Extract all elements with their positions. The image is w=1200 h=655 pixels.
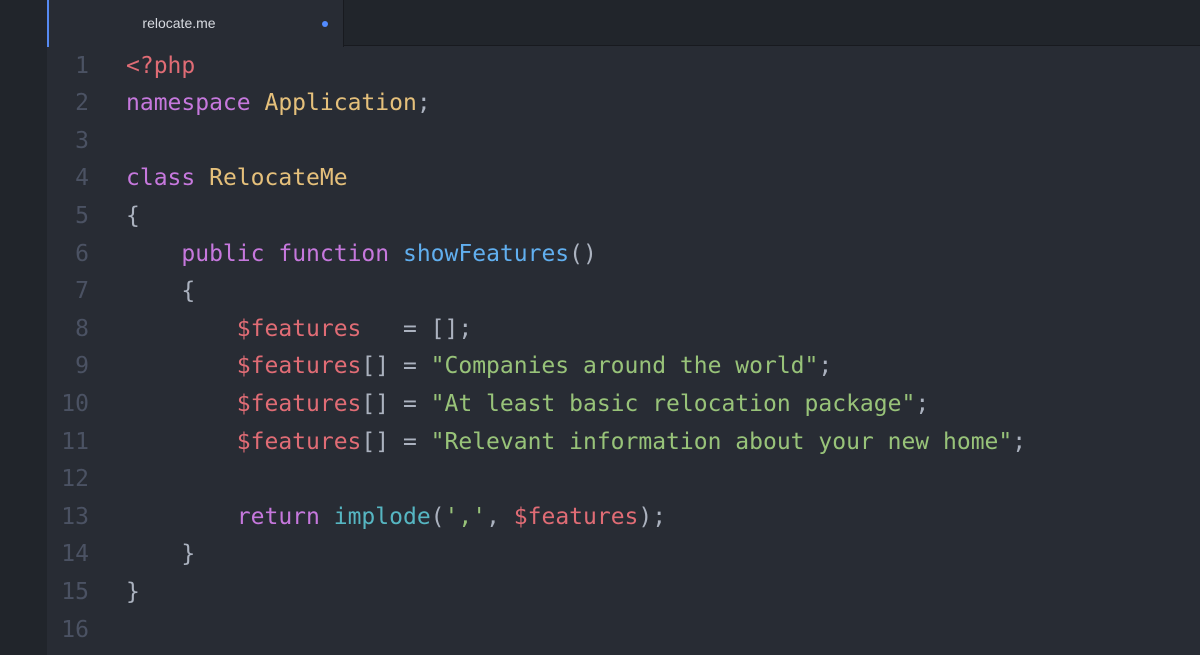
code-token-plain: = [];	[361, 315, 473, 342]
line-number-gutter[interactable]: 1 2 3 4 5 6 7 8 9 10 11 12 13 14 15 16	[47, 47, 95, 655]
code-editor[interactable]: 1 2 3 4 5 6 7 8 9 10 11 12 13 14 15 16 <?php namespace A…	[47, 47, 1200, 655]
tab-title: relocate.me	[142, 15, 216, 31]
code-token-plain: }	[181, 541, 196, 568]
code-token-plain: {	[181, 278, 196, 305]
tab-bar: relocate.me	[47, 0, 1200, 47]
code-token-keyword: class	[126, 165, 196, 192]
code-token-variable: $features	[236, 315, 362, 342]
code-line[interactable]: $features[] = "Relevant information abou…	[126, 424, 1026, 462]
code-token-plain: );	[638, 503, 667, 530]
line-number: 13	[61, 503, 89, 530]
line-number: 15	[61, 578, 89, 605]
code-line[interactable]: class RelocateMe	[126, 160, 348, 198]
code-token-variable: $features	[236, 353, 362, 380]
code-line[interactable]: namespace Application;	[126, 85, 431, 123]
code-line[interactable]: public function showFeatures()	[126, 236, 597, 274]
code-token-plain: [] =	[361, 353, 431, 380]
code-line[interactable]: $features[] = "Companies around the worl…	[126, 348, 832, 386]
line-number: 11	[61, 428, 89, 455]
line-number: 3	[75, 127, 89, 154]
code-line[interactable]: $features[] = "At least basic relocation…	[126, 386, 929, 424]
line-number: 14	[61, 541, 89, 568]
line-number: 8	[75, 315, 89, 342]
code-token-plain: ;	[1012, 428, 1027, 455]
code-token-variable: $features	[513, 503, 639, 530]
code-token-string: "Relevant information about your new hom…	[430, 428, 1013, 455]
tree-view-panel[interactable]	[0, 0, 47, 655]
code-token-keyword: namespace	[126, 90, 251, 117]
line-number: 1	[75, 52, 89, 79]
code-token-plain: [] =	[361, 428, 431, 455]
code-token-variable: <?php	[126, 52, 196, 79]
code-token-plain: ()	[569, 240, 597, 267]
line-number: 16	[61, 616, 89, 643]
code-token-plain: ;	[915, 390, 930, 417]
code-token-variable: $features	[236, 428, 362, 455]
code-line[interactable]: $features = [];	[126, 311, 472, 349]
code-token-keyword: function	[278, 240, 390, 267]
code-token-builtin: implode	[333, 503, 431, 530]
code-token-plain: ,	[486, 503, 514, 530]
code-line[interactable]: }	[126, 574, 140, 612]
line-number: 5	[75, 202, 89, 229]
line-number: 2	[75, 90, 89, 117]
line-number: 9	[75, 353, 89, 380]
code-line[interactable]: <?php	[126, 48, 195, 86]
code-token-plain: {	[126, 202, 140, 229]
code-line[interactable]: }	[126, 536, 195, 574]
code-line[interactable]: {	[126, 198, 140, 236]
code-token-function: showFeatures	[402, 240, 570, 267]
code-token-string: "Companies around the world"	[430, 353, 819, 380]
code-token-keyword: return	[236, 503, 320, 530]
code-line[interactable]: {	[126, 273, 195, 311]
tab-relocate-me[interactable]: relocate.me	[47, 0, 344, 47]
code-token-plain: ;	[818, 353, 833, 380]
code-token-class-name: Application	[264, 90, 417, 117]
code-token-string: "At least basic relocation package"	[430, 390, 916, 417]
code-token-plain: }	[126, 578, 140, 605]
line-number: 6	[75, 240, 89, 267]
code-area[interactable]: <?php namespace Application; class Relocat…	[126, 47, 1196, 655]
line-number: 12	[61, 466, 89, 493]
code-token-string: ','	[444, 503, 487, 530]
code-token-variable: $features	[236, 390, 362, 417]
code-token-plain: (	[430, 503, 445, 530]
code-token-keyword: public	[181, 240, 265, 267]
line-number: 4	[75, 165, 89, 192]
code-token-plain: ;	[416, 90, 431, 117]
line-number: 7	[75, 278, 89, 305]
code-token-plain: [] =	[361, 390, 431, 417]
code-token-class-name: RelocateMe	[209, 165, 348, 192]
line-number: 10	[61, 390, 89, 417]
code-line[interactable]: return implode(',', $features);	[126, 499, 666, 537]
modified-indicator-icon[interactable]	[322, 21, 328, 27]
